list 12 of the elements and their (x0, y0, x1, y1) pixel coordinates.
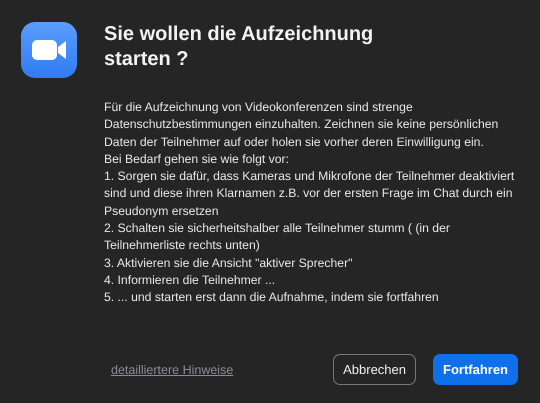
cancel-button[interactable]: Abbrechen (333, 354, 416, 385)
message-paragraph: 3. Aktivieren sie die Ansicht "aktiver Sprecher" (104, 254, 354, 272)
message-paragraph: Für die Aufzeichnung von Videokonferenzen sind strenge Datenschutzbestimmungen einzuhalten. Zeichnen sie keine persönlichen Daten der Teilnehmer auf oder holen sie vorher deren Einwilligung ein. (104, 99, 500, 151)
message-paragraph: 4. Informieren die Teilnehmer ... (104, 272, 276, 289)
video-camera-icon (21, 22, 77, 78)
continue-button[interactable]: Fortfahren (433, 354, 518, 385)
message-paragraph: 2. Schalten sie sicherheitshalber alle Teilnehmer stumm ( (in der Teilnehmerliste rechts unten) (104, 220, 451, 254)
dialog-title: Sie wollen die Aufzeichnung starten ? (104, 22, 374, 72)
message-paragraph: 1. Sorgen sie dafür, dass Kameras und Mikrofone der Teilnehmer deaktiviert sind und diese ihren Klarnamen z.B. vor der ersten Frage im Chat durch ein Pseudonym ersetzen (104, 168, 516, 220)
message-paragraph: 5. ... und starten erst dann die Aufnahme, indem sie fortfahren (104, 289, 440, 306)
message-paragraph: Bei Bedarf gehen sie wie folgt vor: (104, 150, 290, 168)
details-link[interactable]: detailliertere Hinweise (111, 362, 234, 376)
